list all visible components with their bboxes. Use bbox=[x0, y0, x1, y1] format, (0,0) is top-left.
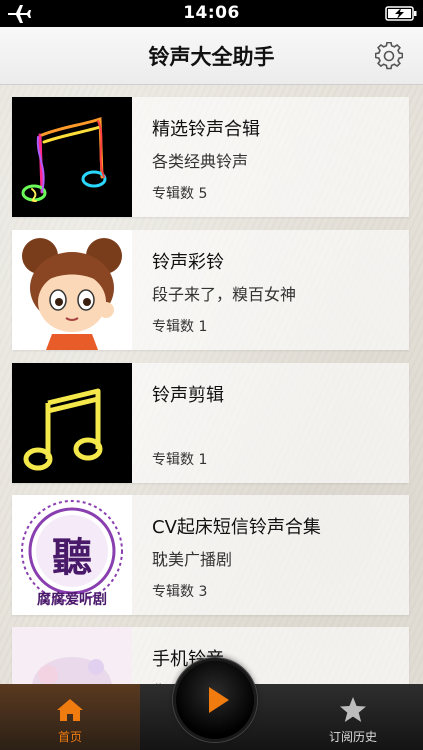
tab-home[interactable]: 首页 bbox=[0, 684, 140, 750]
tab-home-label: 首页 bbox=[57, 730, 82, 744]
album-title: 铃声彩铃 bbox=[152, 252, 224, 273]
album-subtitle: 耽美广播剧 bbox=[152, 550, 233, 569]
album-cover-caption: 腐腐爱听剧 bbox=[37, 592, 107, 608]
album-row[interactable]: 精选铃声合辑 各类经典铃声 专辑数 5 bbox=[12, 97, 409, 217]
album-row[interactable]: 铃声彩铃 段子来了，糗百女神 专辑数 1 bbox=[12, 230, 409, 350]
play-button[interactable] bbox=[173, 658, 257, 742]
album-cover-yellow-music-note bbox=[12, 363, 132, 483]
album-subtitle: 段子来了，糗百女神 bbox=[152, 285, 297, 304]
album-count: 专辑数 1 bbox=[152, 319, 208, 335]
album-title: CV起床短信铃声合集 bbox=[152, 517, 321, 538]
album-count: 专辑数 1 bbox=[152, 452, 208, 468]
tab-subscription-history[interactable]: 订阅历史 bbox=[283, 684, 423, 750]
album-cover-glyph: 聽 bbox=[52, 534, 92, 581]
album-row[interactable]: 聽 腐腐爱听剧 CV起床短信铃声合集 耽美广播剧 专辑数 3 bbox=[12, 495, 409, 615]
album-title: 精选铃声合辑 bbox=[152, 119, 260, 140]
album-cover-cartoon-girl bbox=[12, 230, 132, 350]
play-icon bbox=[209, 687, 229, 713]
tab-history-label: 订阅历史 bbox=[328, 730, 377, 744]
album-cover-pastel-illustration bbox=[12, 627, 132, 684]
album-subtitle: 各类经典铃声 bbox=[152, 152, 249, 171]
album-count: 专辑数 3 bbox=[152, 584, 208, 600]
gear-icon[interactable] bbox=[375, 42, 403, 70]
album-cover-neon-music-note bbox=[12, 97, 132, 217]
album-cover-purple-seal: 聽 腐腐爱听剧 bbox=[12, 495, 132, 615]
status-bar: 14:06 bbox=[0, 0, 423, 27]
battery-charging-icon bbox=[385, 6, 417, 21]
star-icon bbox=[340, 697, 366, 722]
album-title: 铃声剪辑 bbox=[152, 385, 224, 406]
page-title: 铃声大全助手 bbox=[148, 45, 275, 69]
album-count: 专辑数 5 bbox=[152, 186, 208, 202]
navigation-bar: 铃声大全助手 bbox=[0, 27, 423, 85]
album-list: 精选铃声合辑 各类经典铃声 专辑数 5 铃声彩铃 段子来了，糗百女神 专辑数 1… bbox=[0, 84, 423, 684]
home-icon bbox=[57, 699, 83, 721]
album-row[interactable]: 铃声剪辑 专辑数 1 bbox=[12, 363, 409, 483]
status-time: 14:06 bbox=[183, 3, 240, 23]
